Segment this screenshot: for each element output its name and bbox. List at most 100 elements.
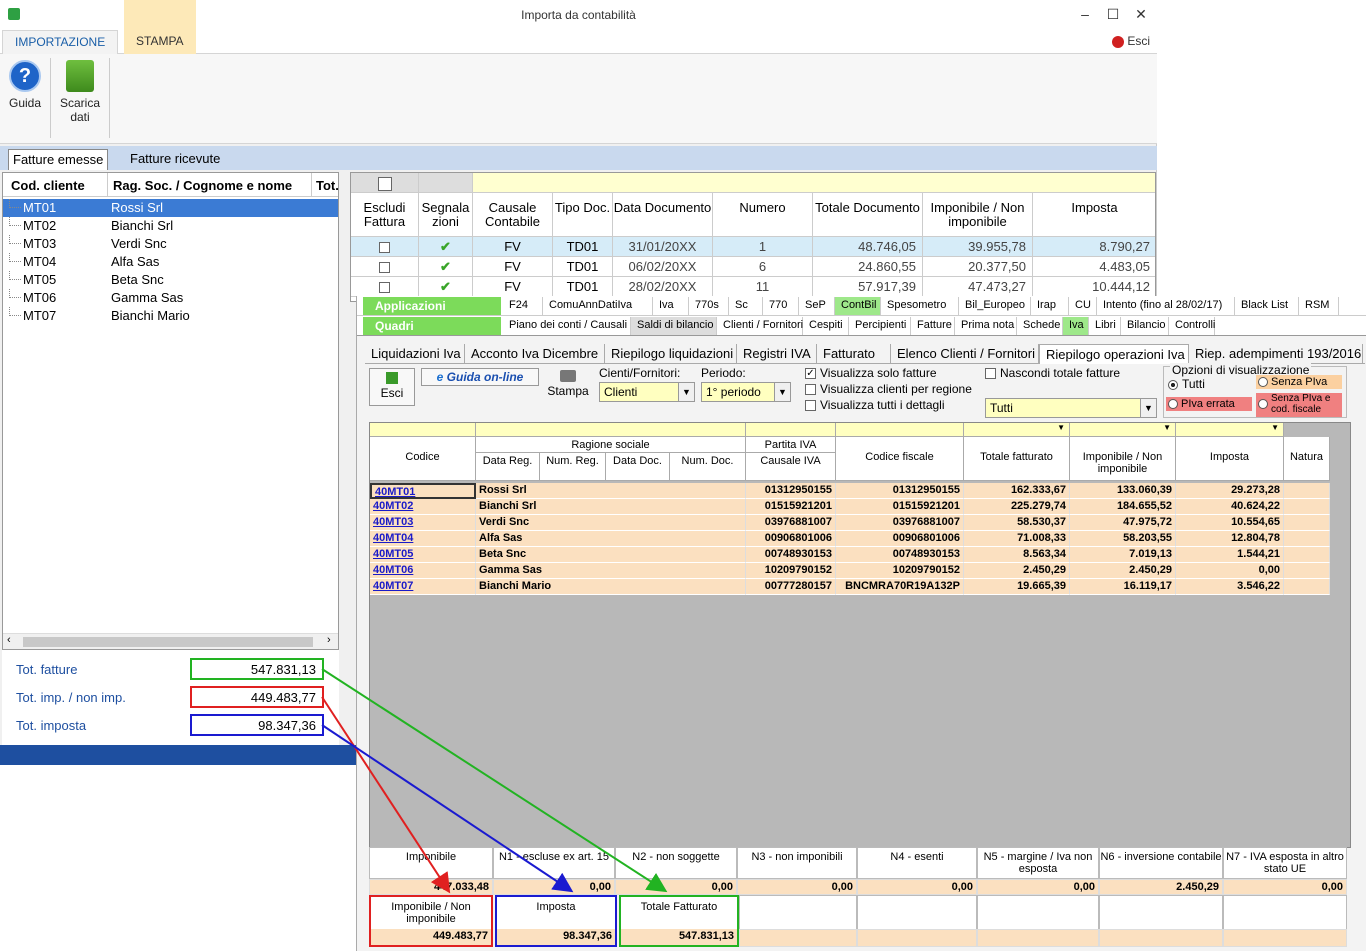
client-row[interactable]: MT04 Alfa Sas xyxy=(3,253,338,271)
grid-col-header[interactable]: Codice fiscale xyxy=(836,437,964,481)
grid-col-header[interactable]: Causale IVA xyxy=(746,453,836,481)
scroll-thumb[interactable] xyxy=(23,637,313,647)
checkbox-icon[interactable] xyxy=(805,384,816,396)
grid-col-header[interactable]: Partita IVA xyxy=(746,437,836,453)
chevron-down-icon[interactable]: ▼ xyxy=(678,383,694,401)
filter-cell[interactable] xyxy=(476,423,746,437)
filter-dropdown[interactable]: ▼ xyxy=(1176,423,1284,437)
client-row[interactable]: MT07 Bianchi Mario xyxy=(3,307,338,325)
checkbox-icon[interactable] xyxy=(985,368,996,380)
chk-solo-fatture[interactable]: ✓ Visualizza solo fatture xyxy=(805,366,937,380)
tab-stampa[interactable]: STAMPA xyxy=(124,0,196,54)
app-tab-rsm[interactable]: RSM xyxy=(1299,297,1339,315)
chevron-down-icon[interactable]: ▼ xyxy=(1163,423,1171,432)
radio-selected-icon[interactable] xyxy=(1168,379,1178,390)
grid-col-header[interactable]: Num. Reg. xyxy=(540,453,606,481)
section-tab[interactable]: Riepilogo liquidazioni xyxy=(605,344,737,364)
radio-tutti[interactable]: Tutti xyxy=(1168,377,1205,391)
filter-row[interactable] xyxy=(473,173,1155,193)
client-row[interactable]: MT01 Rossi Srl xyxy=(3,199,338,217)
filter-cell[interactable] xyxy=(746,423,836,437)
scroll-left-icon[interactable]: ‹ xyxy=(7,634,11,646)
app-tab-iva[interactable]: Iva xyxy=(653,297,689,315)
chevron-down-icon[interactable]: ▼ xyxy=(1057,423,1065,432)
invoices-col-header[interactable]: Escludi Fattura xyxy=(351,193,419,237)
select-all-cell[interactable] xyxy=(351,173,419,193)
checkbox-checked-icon[interactable]: ✓ xyxy=(805,368,816,380)
quadri-tab-schede[interactable]: Schede xyxy=(1017,317,1063,335)
quadri-tab-prima-nota[interactable]: Prima nota xyxy=(955,317,1017,335)
quadri-tab-cespiti[interactable]: Cespiti xyxy=(803,317,849,335)
grid-col-header[interactable]: Codice xyxy=(370,437,476,481)
client-row[interactable]: MT02 Bianchi Srl xyxy=(3,217,338,235)
grid-col-header[interactable]: Data Reg. xyxy=(476,453,540,481)
quadri-combo[interactable]: Quadri xyxy=(363,317,501,335)
chevron-down-icon[interactable]: ▼ xyxy=(1271,423,1279,432)
filter-dropdown[interactable]: ▼ xyxy=(964,423,1070,437)
filter-cell[interactable] xyxy=(370,423,476,437)
grid-col-header[interactable]: Num. Doc. xyxy=(670,453,746,481)
cell-code[interactable]: 40MT07 xyxy=(370,579,476,595)
grid-col-header[interactable]: Ragione sociale xyxy=(476,437,746,453)
radio-icon[interactable] xyxy=(1168,399,1178,410)
esci-button[interactable]: Esci xyxy=(369,368,415,406)
cell-code[interactable]: 40MT04 xyxy=(370,531,476,547)
maximize-button[interactable]: ☐ xyxy=(1098,4,1128,26)
quadri-tab-fatture[interactable]: Fatture xyxy=(911,317,955,335)
exclude-cell[interactable] xyxy=(351,277,419,297)
invoices-col-header[interactable]: Totale Documento xyxy=(813,193,923,237)
app-tab-spesometro[interactable]: Spesometro xyxy=(881,297,959,315)
scroll-right-icon[interactable]: › xyxy=(327,634,331,646)
quadri-tab-saldi-di-bilancio[interactable]: Saldi di bilancio xyxy=(631,317,717,335)
filter-cell[interactable] xyxy=(836,423,964,437)
filtro-tutti-select[interactable]: Tutti ▼ xyxy=(985,398,1157,418)
section-tab[interactable]: Registri IVA xyxy=(737,344,817,364)
tab-fatture-emesse[interactable]: Fatture emesse xyxy=(8,149,109,170)
chk-clienti-regione[interactable]: Visualizza clienti per regione xyxy=(805,382,972,396)
section-tab[interactable]: Acconto Iva Dicembre xyxy=(465,344,605,364)
invoices-col-header[interactable]: Tipo Doc. xyxy=(553,193,613,237)
cell-code[interactable]: 40MT05 xyxy=(370,547,476,563)
app-tab-comuanndatiiva[interactable]: ComuAnnDatiIva xyxy=(543,297,653,315)
exclude-checkbox[interactable] xyxy=(379,262,390,274)
radio-senza-piva-cf[interactable]: Senza PIva e cod. fiscale xyxy=(1256,393,1342,417)
app-tab-black-list[interactable]: Black List xyxy=(1235,297,1299,315)
section-tab[interactable]: Liquidazioni Iva xyxy=(365,344,465,364)
invoices-col-header[interactable]: Causale Contabile xyxy=(473,193,553,237)
radio-icon[interactable] xyxy=(1258,399,1268,409)
quadri-tab-iva[interactable]: Iva xyxy=(1063,317,1089,335)
grid-col-header[interactable]: Imposta xyxy=(1176,437,1284,481)
select-all-checkbox[interactable] xyxy=(377,176,392,191)
cell-code[interactable]: 40MT02 xyxy=(370,499,476,515)
guida-button[interactable]: ? Guida xyxy=(4,58,46,110)
checkbox-icon[interactable] xyxy=(805,400,816,412)
quadri-tab-clienti-fornitori[interactable]: Clienti / Fornitori xyxy=(717,317,803,335)
clienti-fornitori-select[interactable]: Clienti ▼ xyxy=(599,382,695,402)
filter-dropdown[interactable]: ▼ xyxy=(1070,423,1176,437)
app-tab-sep[interactable]: SeP xyxy=(799,297,835,315)
cell-code[interactable]: 40MT03 xyxy=(370,515,476,531)
client-row[interactable]: MT05 Beta Snc xyxy=(3,271,338,289)
esci-ribbon-button[interactable]: Esci xyxy=(1112,34,1150,48)
chevron-down-icon[interactable]: ▼ xyxy=(774,383,790,401)
radio-senza-piva[interactable]: Senza PIva xyxy=(1256,375,1342,389)
exclude-checkbox[interactable] xyxy=(379,242,390,254)
exclude-checkbox[interactable] xyxy=(379,282,390,294)
tab-importazione[interactable]: IMPORTAZIONE xyxy=(2,30,119,55)
invoices-col-header[interactable]: Data Documento xyxy=(613,193,713,237)
quadri-tab-piano-dei-conti-causali[interactable]: Piano dei conti / Causali xyxy=(503,317,631,335)
invoices-col-header[interactable]: Segnala zioni xyxy=(419,193,473,237)
cell-code[interactable]: 40MT06 xyxy=(370,563,476,579)
col-cod-cliente[interactable]: Cod. cliente xyxy=(11,178,85,193)
applicazioni-combo[interactable]: Applicazioni xyxy=(363,297,501,315)
quadri-tab-libri[interactable]: Libri xyxy=(1089,317,1121,335)
client-row[interactable]: MT06 Gamma Sas xyxy=(3,289,338,307)
app-tab-cu[interactable]: CU xyxy=(1069,297,1097,315)
radio-piva-errata[interactable]: PIva errata xyxy=(1166,397,1252,411)
app-tab-770s[interactable]: 770s xyxy=(689,297,729,315)
radio-icon[interactable] xyxy=(1258,377,1268,388)
section-tab[interactable]: Elenco Clienti / Fornitori xyxy=(891,344,1039,364)
app-tab-irap[interactable]: Irap xyxy=(1031,297,1069,315)
invoices-col-header[interactable]: Imposta xyxy=(1033,193,1155,237)
exclude-cell[interactable] xyxy=(351,257,419,277)
